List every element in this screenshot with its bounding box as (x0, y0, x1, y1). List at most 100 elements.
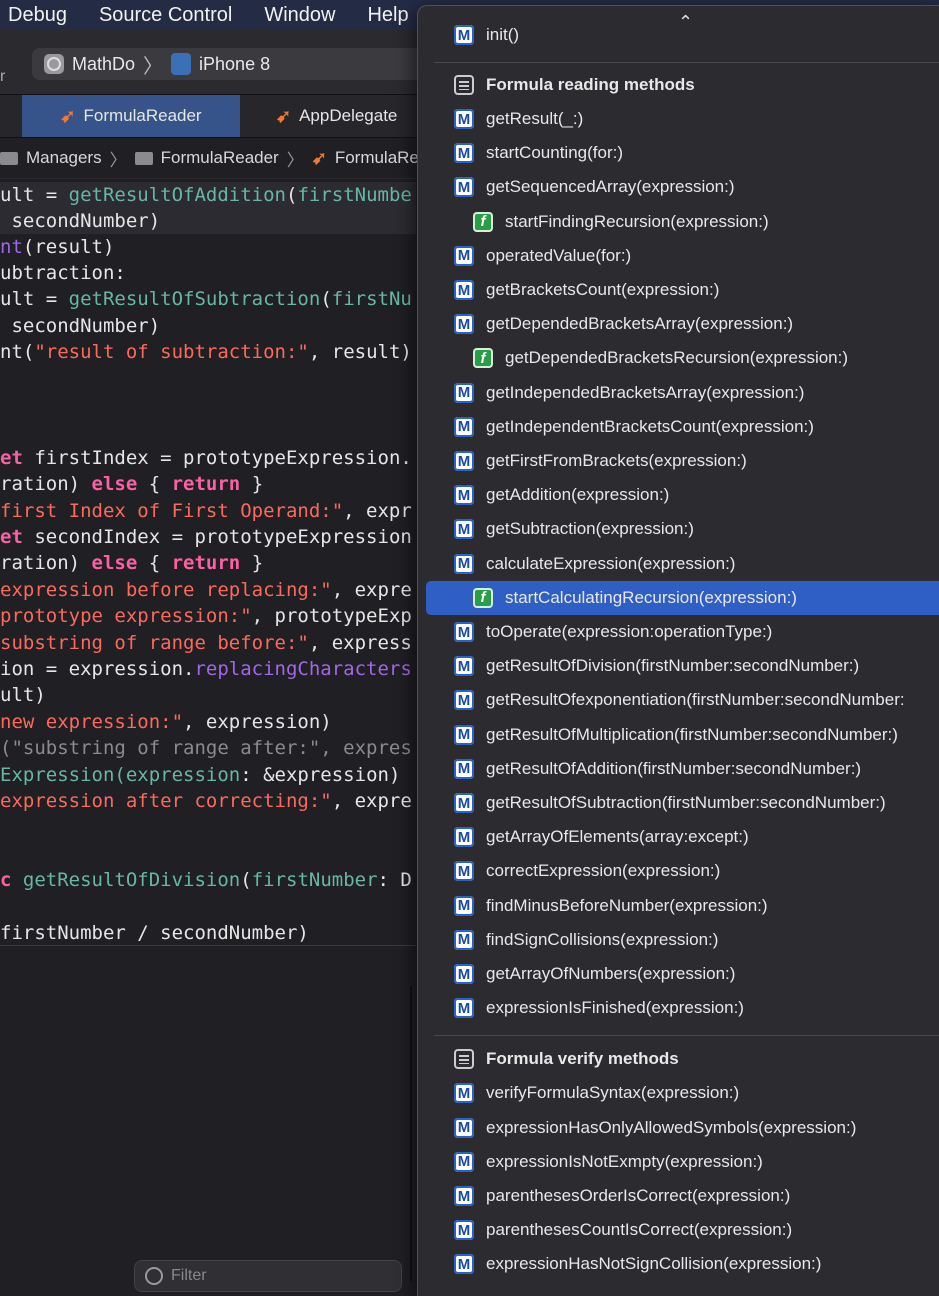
menu-item-label: toOperate(expression:operationType:) (486, 622, 773, 641)
method-icon: M (454, 827, 474, 848)
menu-item[interactable]: MgetResult(_:) (418, 102, 939, 136)
code-line: nt(result) (0, 236, 115, 258)
menu-item[interactable]: MgetResultOfSubtraction(firstNumber:seco… (418, 786, 939, 820)
document-items-menu: ⌃ Minit() Formula reading methods MgetResu… (417, 5, 939, 1296)
method-icon: M (454, 758, 474, 779)
method-icon: M (454, 656, 474, 677)
menu-item[interactable]: McalculateExpression(expression:) (418, 547, 939, 581)
method-icon: M (454, 143, 474, 164)
menu-item[interactable]: f startCalculatingRecursion(expression:) (426, 580, 939, 615)
code-line: ubtraction: (0, 262, 126, 284)
menu-item[interactable]: MgetResultOfMultiplication(firstNumber:s… (418, 718, 939, 752)
code-editor[interactable]: ult = getResultOfAddition(firstNumbe sec… (0, 180, 416, 945)
menu-item[interactable]: f startFindingRecursion(expression:) (418, 205, 939, 239)
menu-item[interactable]: MgetResultOfAddition(firstNumber:secondN… (418, 752, 939, 786)
menu-item-label: getSubtraction(expression:) (486, 519, 694, 539)
menu-item[interactable]: MtoOperate(expression:operationType:) (418, 615, 939, 649)
menu-item[interactable]: MgetFirstFromBrackets(expression:) (418, 444, 939, 478)
menu-item[interactable]: MfindSignCollisions(expression:) (418, 923, 939, 957)
code-line: first Index of First Operand:", expr (0, 500, 412, 522)
menu-item-label: findSignCollisions(expression:) (486, 929, 719, 949)
tab-label: FormulaReader (83, 106, 202, 125)
menu-item[interactable]: MgetDependedBracketsArray(expression:) (418, 307, 939, 341)
device-icon (171, 53, 192, 75)
menu-item-label: expressionIsNotExmpty(expression:) (486, 1151, 763, 1171)
breadcrumb-item-managers[interactable]: Managers (26, 148, 102, 168)
menu-item-label: expressionHasNotSignCollision(expression… (486, 1254, 822, 1274)
method-icon: M (454, 622, 474, 642)
folder-icon (134, 151, 153, 165)
menu-item[interactable]: MexpressionIsFinished(expression:) (418, 991, 939, 1025)
folder-icon (0, 151, 18, 165)
breadcrumb-item-formula-reader-file[interactable]: FormulaRea (335, 148, 429, 168)
code-line: new expression:", expression) (0, 711, 332, 733)
filter-placeholder: Filter (171, 1267, 207, 1284)
menu-item-label: init() (486, 25, 520, 44)
menu-item[interactable]: MgetAddition(expression:) (418, 478, 939, 512)
menu-item[interactable]: MgetResultOfexponentiation(firstNumber:s… (418, 683, 939, 717)
code-line: secondNumber) (0, 208, 416, 234)
method-icon: M (454, 861, 474, 882)
menu-item[interactable]: MgetArrayOfNumbers(expression:) (418, 957, 939, 991)
method-icon: M (454, 929, 474, 950)
menu-item[interactable]: MgetSequencedArray(expression:) (418, 170, 939, 204)
menu-item-label: getDependedBracketsArray(expression:) (486, 314, 794, 334)
menu-item[interactable]: MstartCounting(for:) (418, 136, 939, 170)
menu-item[interactable]: MexpressionIsNotExmpty(expression:) (418, 1145, 939, 1179)
menu-item-label: startCalculatingRecursion(expression:) (505, 587, 797, 607)
method-icon: M (454, 25, 474, 45)
menu-item[interactable]: MgetArrayOfElements(array:except:) (418, 820, 939, 854)
menu-section-header: Formula verify methods (418, 1042, 939, 1076)
menu-source-control[interactable]: Source Control (99, 4, 232, 27)
menu-item-label: getIndependedBracketsArray(expression:) (486, 382, 805, 402)
menu-item-label: verifyFormulaSyntax(expression:) (486, 1083, 740, 1103)
menu-window[interactable]: Window (264, 4, 335, 27)
scheme-name: MathDo (72, 53, 136, 74)
menu-help[interactable]: Help (367, 4, 408, 27)
menu-item-label: startFindingRecursion(expression:) (505, 211, 769, 231)
code-line: ult) (0, 684, 46, 706)
menu-item-label: getResultOfSubtraction(firstNumber:secon… (486, 793, 886, 812)
breadcrumb-item-formula-reader-group[interactable]: FormulaReader (161, 148, 279, 168)
tab-formula-reader[interactable]: ➹ FormulaReader (22, 95, 240, 137)
menu-item[interactable]: f getDependedBracketsRecursion(expression… (418, 341, 939, 375)
tab-app-delegate[interactable]: ➹ AppDelegate (276, 95, 397, 137)
pane-divider[interactable] (410, 986, 412, 1281)
chevron-right-icon: 〉 (286, 150, 304, 170)
menu-item[interactable]: MparenthesesOrderIsCorrect(expression:) (418, 1179, 939, 1213)
code-line: ("substring of range after:", expres (0, 737, 412, 759)
menu-item[interactable]: MoperatedValue(for:) (418, 239, 939, 273)
menu-item[interactable]: MgetBracketsCount(expression:) (418, 273, 939, 307)
menu-debug[interactable]: Debug (8, 4, 67, 27)
menu-item[interactable]: MparenthesesCountIsCorrect(expression:) (418, 1213, 939, 1247)
code-line: ration) else { return } (0, 473, 264, 495)
method-icon: M (454, 724, 474, 745)
menu-item[interactable]: MexpressionHasNotSignCollision(expressio… (418, 1247, 939, 1281)
scheme-selector[interactable]: MathDo 〉 iPhone 8 (32, 48, 422, 80)
method-icon: M (454, 998, 474, 1019)
method-icon: M (454, 451, 474, 471)
menu-item[interactable]: MfindMinusBeforeNumber(expression:) (418, 889, 939, 923)
menu-item[interactable]: Minit() (418, 18, 939, 52)
code-line: ult = getResultOfSubtraction(firstNu (0, 288, 412, 310)
menu-item[interactable]: MverifyFormulaSyntax(expression:) (418, 1076, 939, 1110)
filter-field[interactable]: Filter (134, 1260, 402, 1292)
section-title: Formula reading methods (486, 75, 695, 94)
menu-item[interactable]: MexpressionHasOnlyAllowedSymbols(express… (418, 1111, 939, 1145)
method-icon: M (454, 1117, 474, 1138)
code-line: ion = expression.replacingCharacters (0, 658, 412, 680)
menu-item-label: parenthesesCountIsCorrect(expression:) (486, 1220, 793, 1240)
menu-item-label: getResult(_:) (486, 109, 584, 128)
app-icon (44, 54, 64, 74)
code-line: c getResultOfDivision(firstNumber: D (0, 869, 412, 891)
menu-item[interactable]: MgetIndependentBracketsCount(expression:… (418, 410, 939, 444)
code-line: ration) else { return } (0, 552, 264, 574)
device-name[interactable]: iPhone 8 (199, 54, 270, 75)
menu-item[interactable]: MgetSubtraction(expression:) (418, 512, 939, 546)
section-mark-icon (454, 75, 474, 95)
menu-item[interactable]: MgetIndependedBracketsArray(expression:) (418, 376, 939, 410)
menu-item-label: getArrayOfNumbers(expression:) (486, 964, 736, 983)
menu-item-label: getDependedBracketsRecursion(expression:… (505, 348, 849, 368)
menu-item[interactable]: MgetResultOfDivision(firstNumber:secondN… (418, 649, 939, 683)
menu-item[interactable]: McorrectExpression(expression:) (418, 854, 939, 888)
